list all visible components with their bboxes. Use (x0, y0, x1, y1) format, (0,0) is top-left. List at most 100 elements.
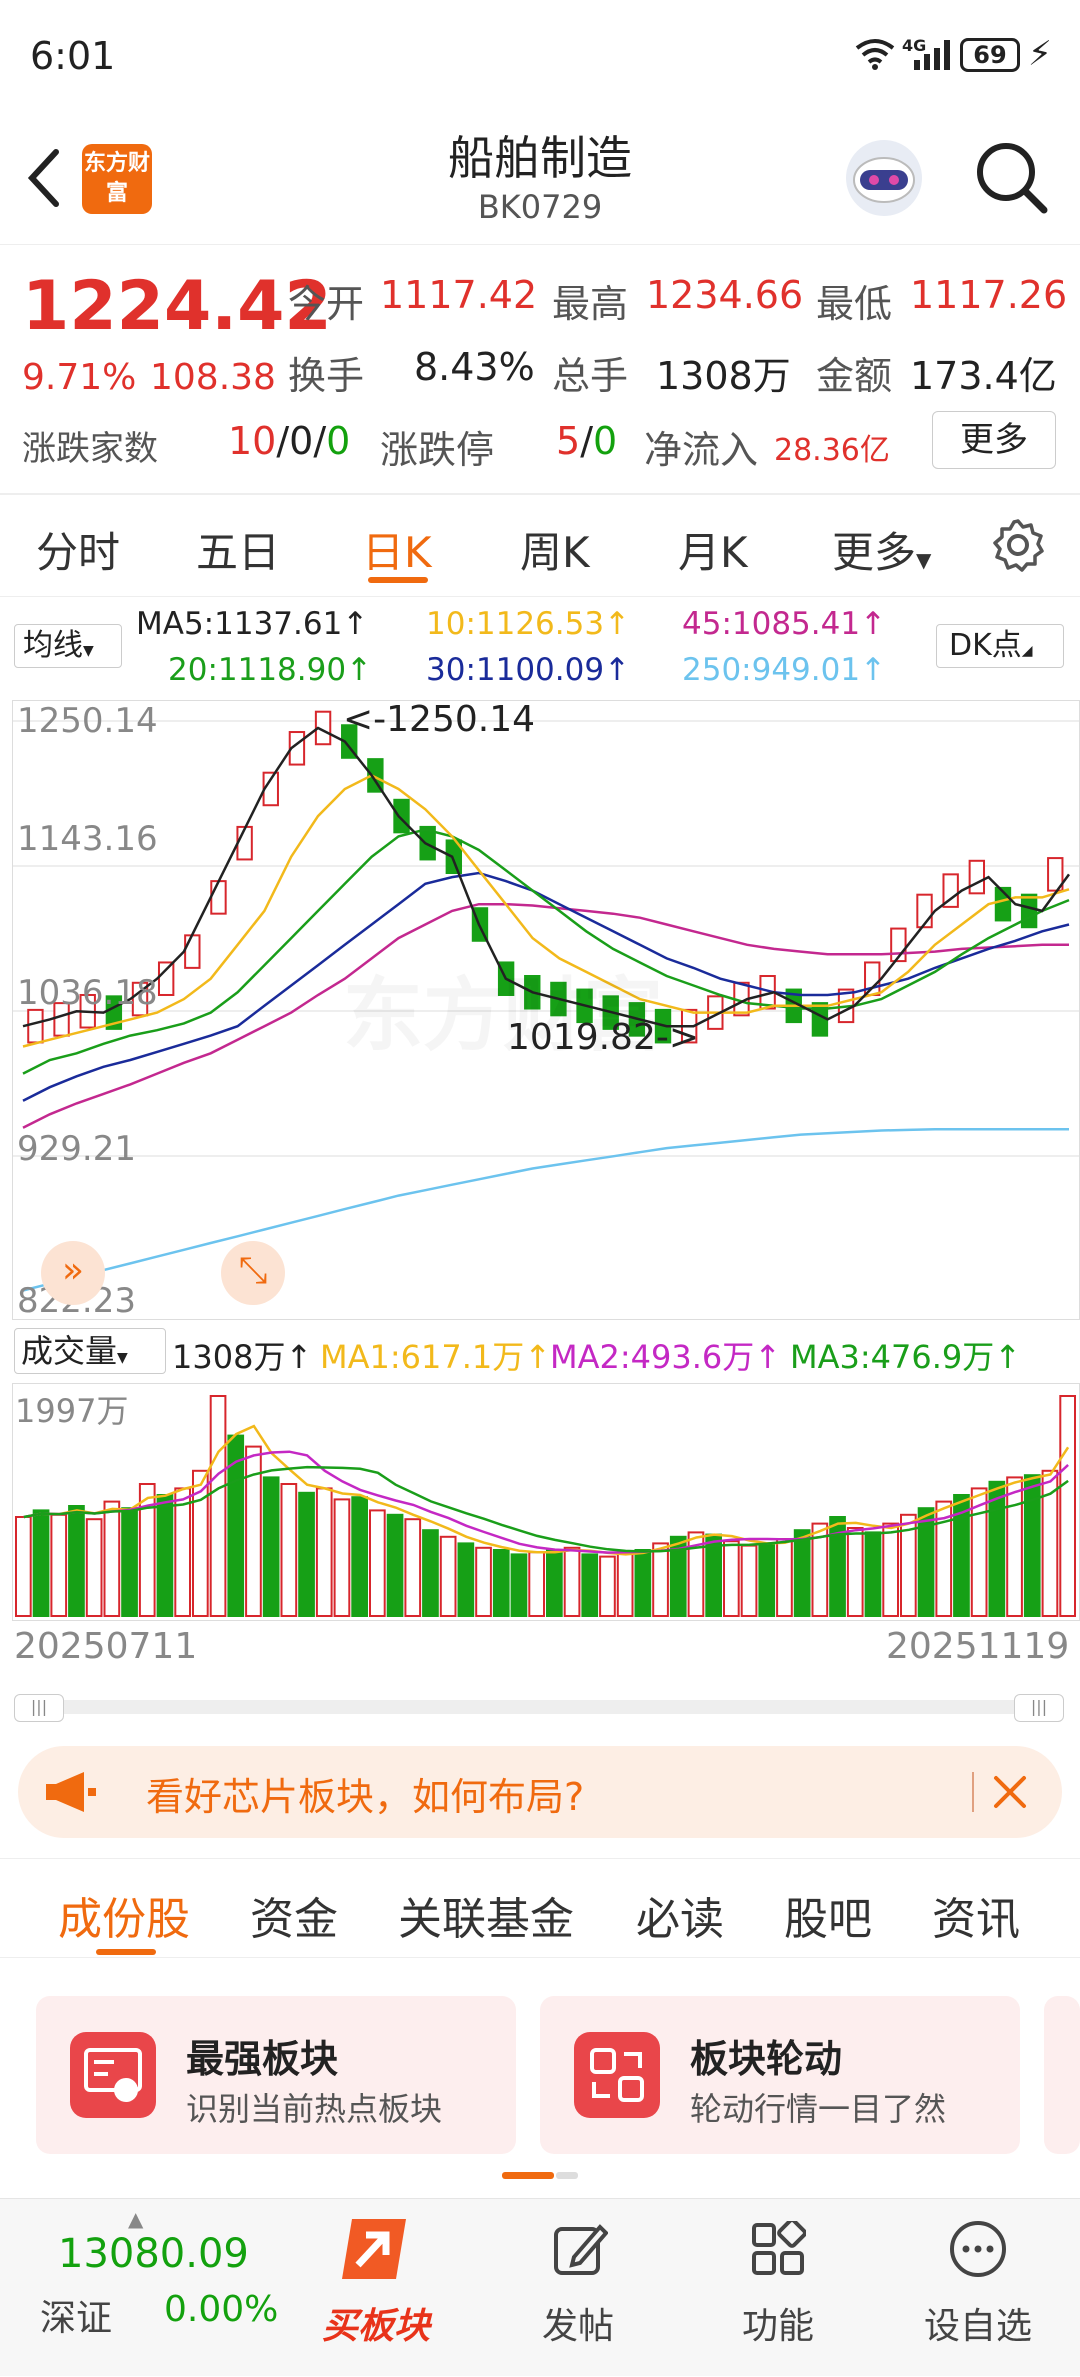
volume-bar (103, 1500, 121, 1617)
open-value: 1117.42 (380, 273, 538, 317)
ma-selector[interactable]: 均线▼ (14, 624, 122, 668)
date-end: 20251119 (886, 1626, 1070, 1667)
wifi-icon (855, 39, 895, 70)
tab-forum[interactable]: 股吧 (784, 1883, 872, 1947)
card-strongest-sector[interactable]: 最强板块 识别当前热点板块 (36, 1996, 516, 2154)
nav-post[interactable]: 发帖 (478, 2199, 678, 2377)
range-slider-track[interactable] (18, 1700, 1062, 1714)
nav-label: 买板块 (321, 2306, 430, 2347)
volume-bar (988, 1480, 1006, 1617)
active-tab-indicator (368, 577, 428, 583)
volume-bar (492, 1549, 510, 1617)
quote-panel: 1224.42 9.71% 108.38 今开 1117.42 最高 1234.… (0, 245, 1080, 495)
robot-assistant-icon[interactable] (842, 136, 926, 220)
tab-news[interactable]: 资讯 (932, 1883, 1020, 1947)
volume-bar (50, 1513, 68, 1617)
volume-bar (776, 1538, 793, 1617)
nav-add-watchlist[interactable]: 设自选 (878, 2199, 1078, 2377)
candle (184, 934, 201, 969)
close-icon[interactable] (992, 1774, 1028, 1810)
volume-bar (882, 1522, 899, 1618)
sector-chart-icon (70, 2032, 156, 2118)
high-value: 1234.66 (646, 273, 804, 317)
index-value[interactable]: 13080.09 (58, 2231, 249, 2277)
volume-bar (864, 1531, 882, 1617)
tab-funds-flow[interactable]: 资金 (250, 1883, 338, 1947)
gear-icon[interactable] (990, 517, 1046, 573)
volume-bar (174, 1487, 192, 1617)
volume-bar (245, 1445, 262, 1617)
ma250-value: 250:949.01↑ (682, 652, 887, 688)
volume-label: 总手 (552, 354, 629, 398)
tab-components[interactable]: 成份股 (58, 1883, 190, 1947)
high-label: 最高 (552, 282, 629, 326)
nav-buy-sector[interactable]: 买板块 (276, 2199, 476, 2377)
volume-chart[interactable]: 1997万 (12, 1383, 1080, 1621)
volume-bar (156, 1494, 174, 1617)
tab-five-day[interactable]: 五日 (196, 519, 280, 580)
ma45-value: 45:1085.41↑ (682, 606, 887, 642)
change-percent: 9.71% (22, 357, 137, 398)
volume-bar (209, 1395, 227, 1617)
expand-left-icon[interactable]: » (41, 1241, 105, 1305)
card-sector-rotation[interactable]: 板块轮动 轮动行情一目了然 (540, 1996, 1020, 2154)
range-handle-right[interactable]: ||| (1014, 1694, 1064, 1722)
volume-bar (1023, 1474, 1041, 1617)
turnover-value: 8.43% (414, 345, 535, 389)
dropdown-arrow-icon: ▼ (117, 1350, 128, 1366)
tab-weekly-k[interactable]: 周K (520, 519, 590, 580)
candle (393, 798, 410, 834)
y-axis-label: 1250.14 (17, 701, 158, 741)
candle (210, 880, 227, 915)
tab-must-read[interactable]: 必读 (636, 1883, 724, 1947)
kline-chart[interactable]: 1250.14 1143.16 1036.18 929.21 822.23 东方… (12, 699, 1080, 1321)
volume-bar (599, 1555, 616, 1618)
moving-average-legend: 均线▼ MA5:1137.61↑ 10:1126.53↑ 45:1085.41↑… (0, 600, 1080, 700)
y-axis-label: 1143.16 (17, 819, 158, 859)
more-button[interactable]: 更多 (932, 411, 1056, 469)
nav-functions[interactable]: 功能 (678, 2199, 878, 2377)
limit-up: 5 (556, 419, 581, 463)
megaphone-icon (46, 1772, 96, 1812)
y-axis-label: 1036.18 (17, 973, 158, 1013)
banner-text: 看好芯片板块，如何布局? (146, 1775, 585, 1819)
card-next-peek[interactable] (1044, 1996, 1080, 2154)
volume-bar (652, 1542, 669, 1617)
netflow-label: 净流入 (644, 428, 759, 472)
page-header: 东方财富 船舶制造 BK0729 (0, 110, 1080, 245)
dropdown-arrow-icon: ▼ (916, 548, 932, 572)
dk-points-button[interactable]: DK点◢ (936, 624, 1064, 668)
amount-label: 金额 (816, 354, 893, 398)
volume-bar (616, 1551, 634, 1617)
indicator-selector-label: 成交量 (21, 1332, 118, 1370)
tab-related-funds[interactable]: 关联基金 (398, 1883, 574, 1947)
status-bar: 6:01 4G 69 ⚡ (0, 0, 1080, 110)
breadth-flat: 0 (289, 419, 314, 463)
tab-daily-k[interactable]: 日K (362, 519, 432, 580)
tab-monthly-k[interactable]: 月K (678, 519, 748, 580)
ma10-value: 10:1126.53↑ (426, 606, 631, 642)
fullscreen-icon[interactable]: ⤡ (221, 1241, 285, 1305)
tab-more[interactable]: 更多▼ (832, 519, 931, 580)
tab-intraday[interactable]: 分时 (36, 519, 120, 580)
open-label: 今开 (288, 282, 365, 326)
card-subtitle: 轮动行情一目了然 (690, 2090, 947, 2128)
candle (1020, 893, 1038, 929)
chevron-up-icon[interactable]: ▲ (128, 2207, 143, 2231)
volume-bar (793, 1529, 811, 1617)
amount-value: 173.4亿 (910, 354, 1057, 398)
change-amount: 108.38 (150, 357, 276, 398)
candle (27, 1008, 44, 1044)
index-change: 0.00% (164, 2289, 279, 2330)
volume-bar (723, 1540, 740, 1617)
search-icon[interactable] (974, 140, 1050, 216)
indicator-selector[interactable]: 成交量▼ (14, 1328, 166, 1374)
low-annotation: 1019.82-> (507, 1017, 700, 1058)
volume-bar (351, 1496, 368, 1617)
promo-banner[interactable]: 看好芯片板块，如何布局? (18, 1746, 1062, 1838)
vol-ma1: MA1:617.1万↑ (320, 1338, 552, 1376)
volume-bar (32, 1509, 50, 1617)
ma20-value: 20:1118.90↑ (168, 652, 373, 688)
range-handle-left[interactable]: ||| (14, 1694, 64, 1722)
volume-bar (475, 1546, 492, 1617)
